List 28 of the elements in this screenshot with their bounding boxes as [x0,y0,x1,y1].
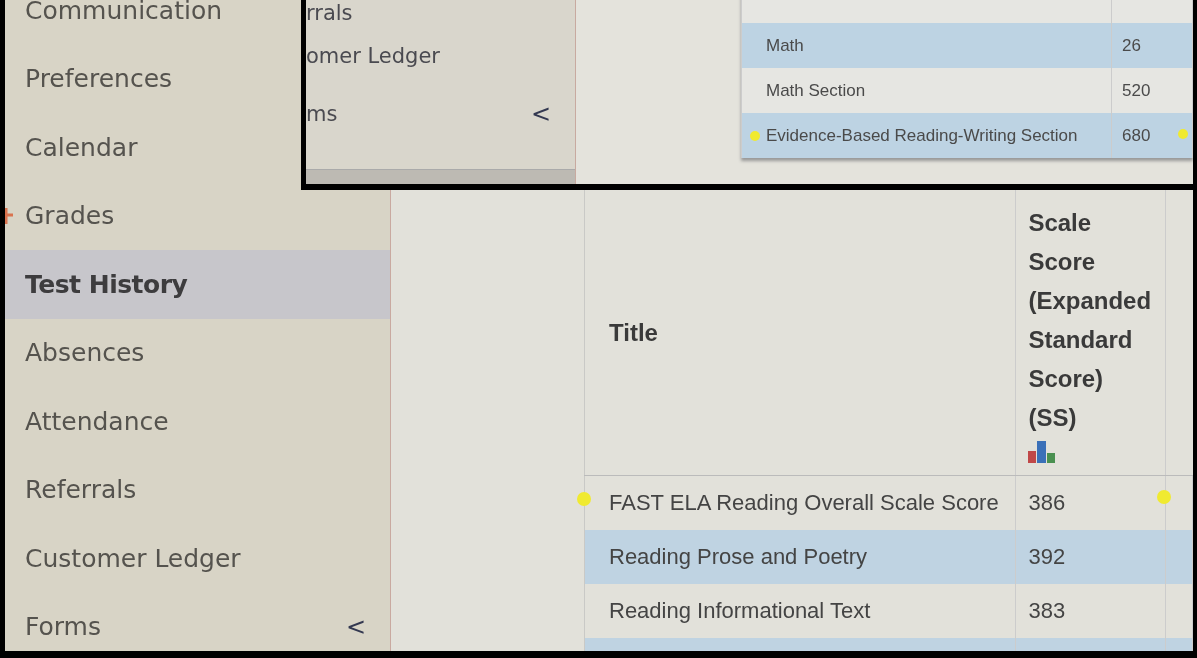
sidebar-item[interactable]: rrals [306,1,353,25]
table-cell: 392 [1015,530,1166,584]
table-cell: Reading Prose and Poetry [584,530,1016,584]
table-row[interactable]: Math 26 [741,23,1193,68]
table-cell: 26 [1111,23,1193,68]
sidebar-item[interactable]: Calendar [25,132,138,162]
sidebar-item[interactable]: Referrals [25,475,137,505]
sidebar-item[interactable]: Attendance [25,406,169,436]
sidebar-item[interactable]: Customer Ledger [25,543,241,573]
sidebar-item[interactable]: ms [306,102,338,126]
table-cell: Math [741,23,1112,68]
sidebar-item[interactable]: omer Ledger [306,44,440,68]
column-header: Scale Score (Expanded Standard Score) (SS) [1028,208,1152,431]
table-cell: Evidence-Based Reading-Writing Section [741,113,1112,158]
table-cell: Math Section [741,68,1112,113]
table-row[interactable]: Reading Prose and Poetry 392 [584,530,1193,584]
sidebar-item[interactable]: Preferences [25,64,173,94]
sidebar-item[interactable]: Forms [25,612,101,642]
table-cell: 680 [1111,113,1193,158]
sidebar-item[interactable]: Test History [25,269,188,299]
sidebar-item[interactable]: Absences [25,338,145,368]
sidebar-item[interactable]: Communication [25,0,223,25]
collapse-chevron-icon[interactable]: < [530,100,551,128]
table-row[interactable]: Math Section 520 [741,68,1193,113]
collapse-chevron-icon[interactable]: < [345,612,366,641]
table-row[interactable]: Evidence-Based Reading-Writing Section 680 [741,113,1193,158]
table-cell: 520 [1111,68,1193,113]
sidebar-item[interactable]: Grades [25,201,115,231]
